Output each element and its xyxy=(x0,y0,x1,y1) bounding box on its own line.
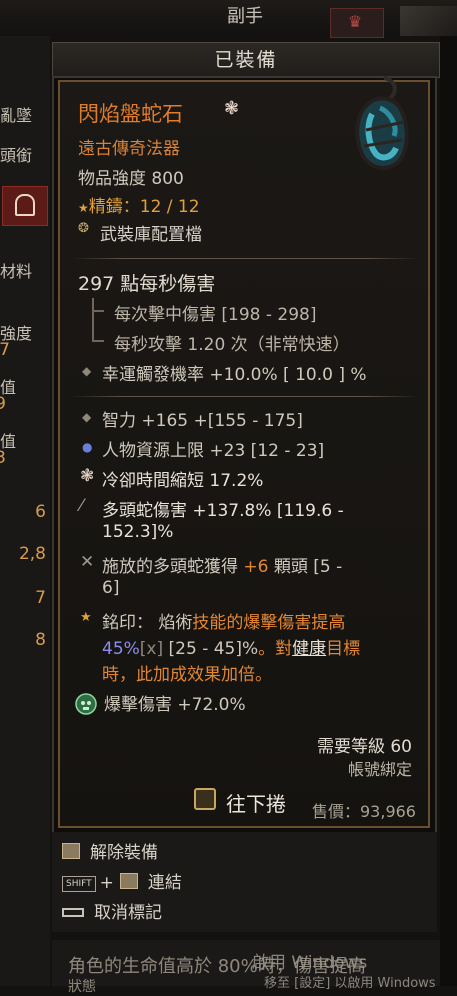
activation-watermark-sub: 移至 [設定] 以啟用 Windows xyxy=(264,976,436,991)
affix-cooldown: 冷卻時間縮短 17.2% xyxy=(102,471,264,491)
aspect-seg7: 健康 xyxy=(292,639,327,659)
shift-key-icon: SHIFT xyxy=(62,876,96,892)
item-name: 閃焰盤蛇石 xyxy=(78,102,183,126)
aspect-prefix: 銘印： xyxy=(102,613,153,633)
unmark-label: 取消標記 xyxy=(94,903,162,923)
aspect-seg5: [25 - 45]% xyxy=(163,639,259,659)
item-tooltip: 閃焰盤蛇石 ❃ 遠古傳奇法器 物品強度 800 ★精鑄：12 / 12 ❂ 武裝… xyxy=(58,76,430,828)
character-panel: 亂墜 頭銜 材料 強度 7 值 9 值 3 6 2,8 7 8 xyxy=(0,36,50,986)
armory-icon: ❂ xyxy=(78,221,89,236)
action-bar: 解除裝備 SHIFT + 連結 取消標記 xyxy=(52,832,437,932)
spacebar-icon xyxy=(62,908,84,917)
plus-sign: + xyxy=(99,873,114,893)
gem-socket-stat: 爆擊傷害 +72.0% xyxy=(104,695,246,715)
divider xyxy=(70,258,420,259)
flower-icon: ❃ xyxy=(224,98,240,119)
link-label: 連結 xyxy=(147,873,182,893)
affix-intelligence: 智力 +165 +[155 - 175] xyxy=(102,411,303,431)
resource-icon: ● xyxy=(82,440,93,454)
tombstone-icon xyxy=(15,194,35,216)
hit-damage: 每次擊中傷害 [198 - 298] xyxy=(114,305,317,325)
emblem-icon: ♛ xyxy=(347,12,363,31)
skull-gem-icon xyxy=(75,693,97,715)
sword-icon: ⁄ xyxy=(80,496,83,516)
link-action[interactable]: SHIFT + 連結 xyxy=(62,868,182,893)
affix-hydra-heads-cont: 6] xyxy=(102,578,120,598)
background-text-2: 狀態 xyxy=(68,979,96,995)
armory-profile: 武裝庫配置檔 xyxy=(100,225,202,245)
activation-watermark: 啟用 Windows xyxy=(252,953,368,973)
star-icon: ★ xyxy=(80,610,92,625)
left-label-3[interactable]: 材料 xyxy=(0,258,32,282)
mouse-icon xyxy=(62,843,80,859)
left-label-2: 頭銜 xyxy=(0,146,33,165)
lucky-hit: 幸運觸發機率 +10.0% [ 10.0 ] % xyxy=(102,365,367,385)
affix-hydra-damage: 多頭蛇傷害 +137.8% [119.6 - xyxy=(102,501,344,521)
aspect-seg4: [x] xyxy=(139,639,164,659)
item-rarity: 遠古傳奇法器 xyxy=(78,139,180,159)
affix-hydra-heads-b: +6 xyxy=(243,557,269,577)
affix-hydra-damage-cont: 152.3]% xyxy=(102,522,174,542)
diamond-bullet-icon: ◆ xyxy=(82,410,92,424)
diamond-bullet-icon: ◆ xyxy=(82,364,92,378)
aspect-seg2: 技能的爆擊傷害提高 xyxy=(192,613,346,633)
left-label-num-1: 7 xyxy=(0,340,10,360)
aspect-line-3: 時，此加成效果加倍。 xyxy=(102,665,272,685)
stat-tree-tick xyxy=(94,310,104,312)
affix-hydra-heads: 施放的多頭蛇獲得 +6 顆頭 [5 - xyxy=(102,552,342,577)
masterwork-line: ★精鑄：12 / 12 xyxy=(78,192,200,217)
aspect-seg8: 目標 xyxy=(326,639,361,659)
tab-offhand[interactable]: 副手 xyxy=(200,4,290,30)
stat-tree-tick xyxy=(94,340,104,342)
left-value-1: 6 xyxy=(35,502,46,522)
cooldown-icon: ❃ xyxy=(80,466,95,486)
aspect-seg1: 焰術 xyxy=(153,613,193,633)
gem-amulet-icon xyxy=(355,76,409,170)
right-edge xyxy=(440,36,457,986)
affix-hydra-heads-a: 施放的多頭蛇獲得 xyxy=(102,557,244,577)
mouse-icon xyxy=(119,873,138,889)
masterwork-value: 12 / 12 xyxy=(139,197,200,217)
affix-hydra-heads-c: 顆頭 [5 - xyxy=(268,557,343,577)
left-label-num-2: 9 xyxy=(0,394,6,414)
unequip-label: 解除裝備 xyxy=(90,843,158,863)
stat-tree-line xyxy=(92,298,94,342)
aspect-line-1: 銘印： 焰術技能的爆擊傷害提高 xyxy=(102,608,345,633)
aspect-line-2: 45%[x] [25 - 45]%。對健康目標 xyxy=(102,634,360,659)
tooltip-header: 已裝備 xyxy=(52,42,440,78)
masterwork-label: 精鑄： xyxy=(88,197,140,217)
aspect-seg3: 45% xyxy=(102,639,140,659)
account-bound: 帳號綁定 xyxy=(347,760,412,779)
left-label-1: 亂墜 xyxy=(0,106,33,125)
left-value-4: 8 xyxy=(35,630,46,650)
required-level: 需要等級 60 xyxy=(316,737,412,757)
aspect-seg6: 。對 xyxy=(258,639,293,659)
dps-value: 297 點每秒傷害 xyxy=(78,273,216,295)
equip-slot-badge[interactable]: ♛ xyxy=(330,8,384,38)
item-power: 物品強度 800 xyxy=(78,169,184,189)
corner-decoration xyxy=(400,6,457,36)
left-label-num-3: 3 xyxy=(0,448,6,468)
affix-resource: 人物資源上限 +23 [12 - 23] xyxy=(102,441,325,461)
scroll-icon xyxy=(194,788,216,810)
cross-icon: ✕ xyxy=(80,552,95,572)
divider xyxy=(70,396,420,397)
star-icon: ★ xyxy=(78,201,89,215)
unmark-action[interactable]: 取消標記 xyxy=(62,898,162,923)
left-value-2: 2,8 xyxy=(18,544,46,564)
scroll-down-hint[interactable]: 往下捲 xyxy=(226,788,286,817)
sell-price: 售價：93,966 xyxy=(312,802,416,821)
character-button[interactable] xyxy=(2,186,48,226)
unequip-action[interactable]: 解除裝備 xyxy=(62,838,158,863)
left-value-3: 7 xyxy=(35,588,46,608)
attack-speed: 每秒攻擊 1.20 次（非常快速） xyxy=(114,335,350,355)
